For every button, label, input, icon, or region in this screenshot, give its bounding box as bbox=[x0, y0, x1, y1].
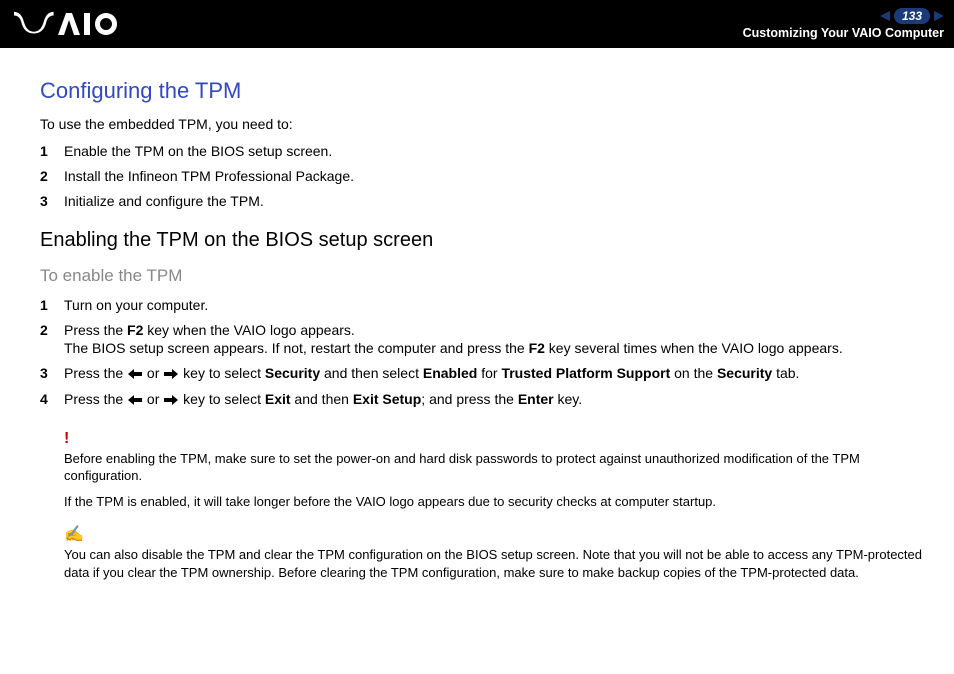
step-number: 1 bbox=[40, 296, 64, 315]
step-text: Initialize and configure the TPM. bbox=[64, 192, 264, 211]
warning-block: ! Before enabling the TPM, make sure to … bbox=[64, 428, 922, 510]
vaio-logo bbox=[14, 0, 124, 48]
page-nav: 133 bbox=[880, 8, 944, 24]
list-item: 1Enable the TPM on the BIOS setup screen… bbox=[40, 142, 922, 161]
step-text: Press the F2 key when the VAIO logo appe… bbox=[64, 321, 843, 359]
bios-steps-list: 1 Turn on your computer. 2 Press the F2 … bbox=[40, 296, 922, 410]
enter-key-label: Enter bbox=[518, 391, 554, 407]
step-text: Turn on your computer. bbox=[64, 296, 208, 315]
note-block: ✍ You can also disable the TPM and clear… bbox=[64, 524, 922, 581]
header-right: 133 Customizing Your VAIO Computer bbox=[743, 0, 944, 48]
list-item: 2Install the Infineon TPM Professional P… bbox=[40, 167, 922, 186]
warning-text-2: If the TPM is enabled, it will take long… bbox=[64, 493, 922, 511]
list-item: 4 Press the or key to select Exit and th… bbox=[40, 390, 922, 410]
key-f2: F2 bbox=[127, 322, 143, 338]
page-number-pill: 133 bbox=[894, 8, 930, 24]
list-item: 3Initialize and configure the TPM. bbox=[40, 192, 922, 211]
subheading: Enabling the TPM on the BIOS setup scree… bbox=[40, 229, 922, 252]
step-text: Press the or key to select Exit and then… bbox=[64, 390, 582, 410]
warning-text: Before enabling the TPM, make sure to se… bbox=[64, 451, 860, 484]
arrow-right-icon bbox=[164, 365, 178, 384]
note-icon: ✍ bbox=[64, 524, 922, 546]
step-number: 2 bbox=[40, 321, 64, 340]
step-number: 2 bbox=[40, 167, 64, 186]
arrow-left-icon bbox=[128, 391, 142, 410]
list-item: 1 Turn on your computer. bbox=[40, 296, 922, 315]
note-text: You can also disable the TPM and clear t… bbox=[64, 547, 922, 580]
breadcrumb: Customizing Your VAIO Computer bbox=[743, 26, 944, 40]
intro-text: To use the embedded TPM, you need to: bbox=[40, 116, 922, 132]
step-text: Enable the TPM on the BIOS setup screen. bbox=[64, 142, 332, 161]
prev-page-icon[interactable] bbox=[880, 11, 890, 21]
page-title: Configuring the TPM bbox=[40, 78, 922, 104]
subsubheading: To enable the TPM bbox=[40, 266, 922, 286]
step-text: Install the Infineon TPM Professional Pa… bbox=[64, 167, 354, 186]
overview-steps-list: 1Enable the TPM on the BIOS setup screen… bbox=[40, 142, 922, 211]
exit-setup-label: Exit Setup bbox=[353, 391, 421, 407]
page-number: 133 bbox=[902, 9, 922, 23]
header-bar: 133 Customizing Your VAIO Computer bbox=[0, 0, 954, 48]
tps-label: Trusted Platform Support bbox=[501, 365, 670, 381]
warning-icon: ! bbox=[64, 428, 922, 450]
exit-label: Exit bbox=[265, 391, 291, 407]
step-number: 4 bbox=[40, 390, 64, 409]
security-tab-label: Security bbox=[717, 365, 772, 381]
key-f2: F2 bbox=[529, 340, 545, 356]
page-content: Configuring the TPM To use the embedded … bbox=[0, 48, 954, 615]
list-item: 3 Press the or key to select Security an… bbox=[40, 364, 922, 384]
enabled-label: Enabled bbox=[423, 365, 477, 381]
step-number: 1 bbox=[40, 142, 64, 161]
arrow-left-icon bbox=[128, 365, 142, 384]
arrow-right-icon bbox=[164, 391, 178, 410]
security-label: Security bbox=[265, 365, 320, 381]
step-number: 3 bbox=[40, 192, 64, 211]
step-number: 3 bbox=[40, 364, 64, 383]
next-page-icon[interactable] bbox=[934, 11, 944, 21]
list-item: 2 Press the F2 key when the VAIO logo ap… bbox=[40, 321, 922, 359]
step-text: Press the or key to select Security and … bbox=[64, 364, 799, 384]
